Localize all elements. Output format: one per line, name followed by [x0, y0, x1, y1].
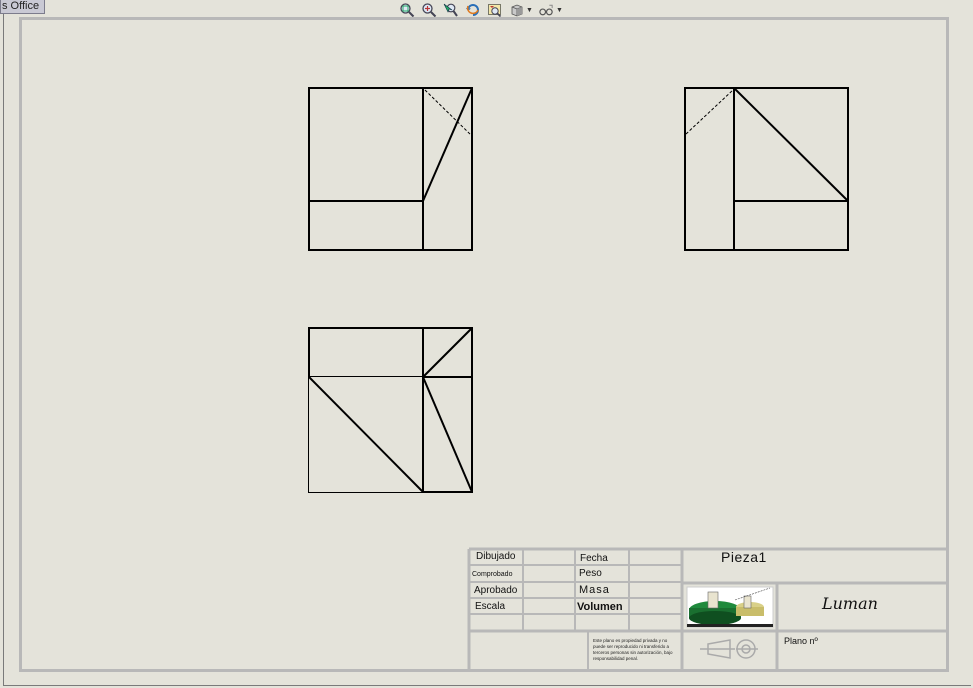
- projection-symbol-icon: [700, 639, 758, 659]
- volumen-label: Volumen: [577, 601, 623, 613]
- ownership-notice: Este plano es propiedad privada y no pue…: [593, 638, 673, 661]
- company-logo: [686, 586, 774, 628]
- comprobado-label: Comprobado: [472, 571, 513, 578]
- peso-label: Peso: [579, 568, 602, 579]
- signature: Luman: [822, 594, 878, 613]
- part-name: Pieza1: [721, 549, 767, 565]
- escala-label: Escala: [475, 601, 506, 612]
- fecha-label: Fecha: [580, 553, 608, 564]
- masa-label: Masa: [579, 584, 610, 596]
- aprobado-label: Aprobado: [474, 585, 518, 596]
- plano-label: Plano nº: [784, 636, 818, 646]
- dibujado-label: Dibujado: [476, 551, 516, 562]
